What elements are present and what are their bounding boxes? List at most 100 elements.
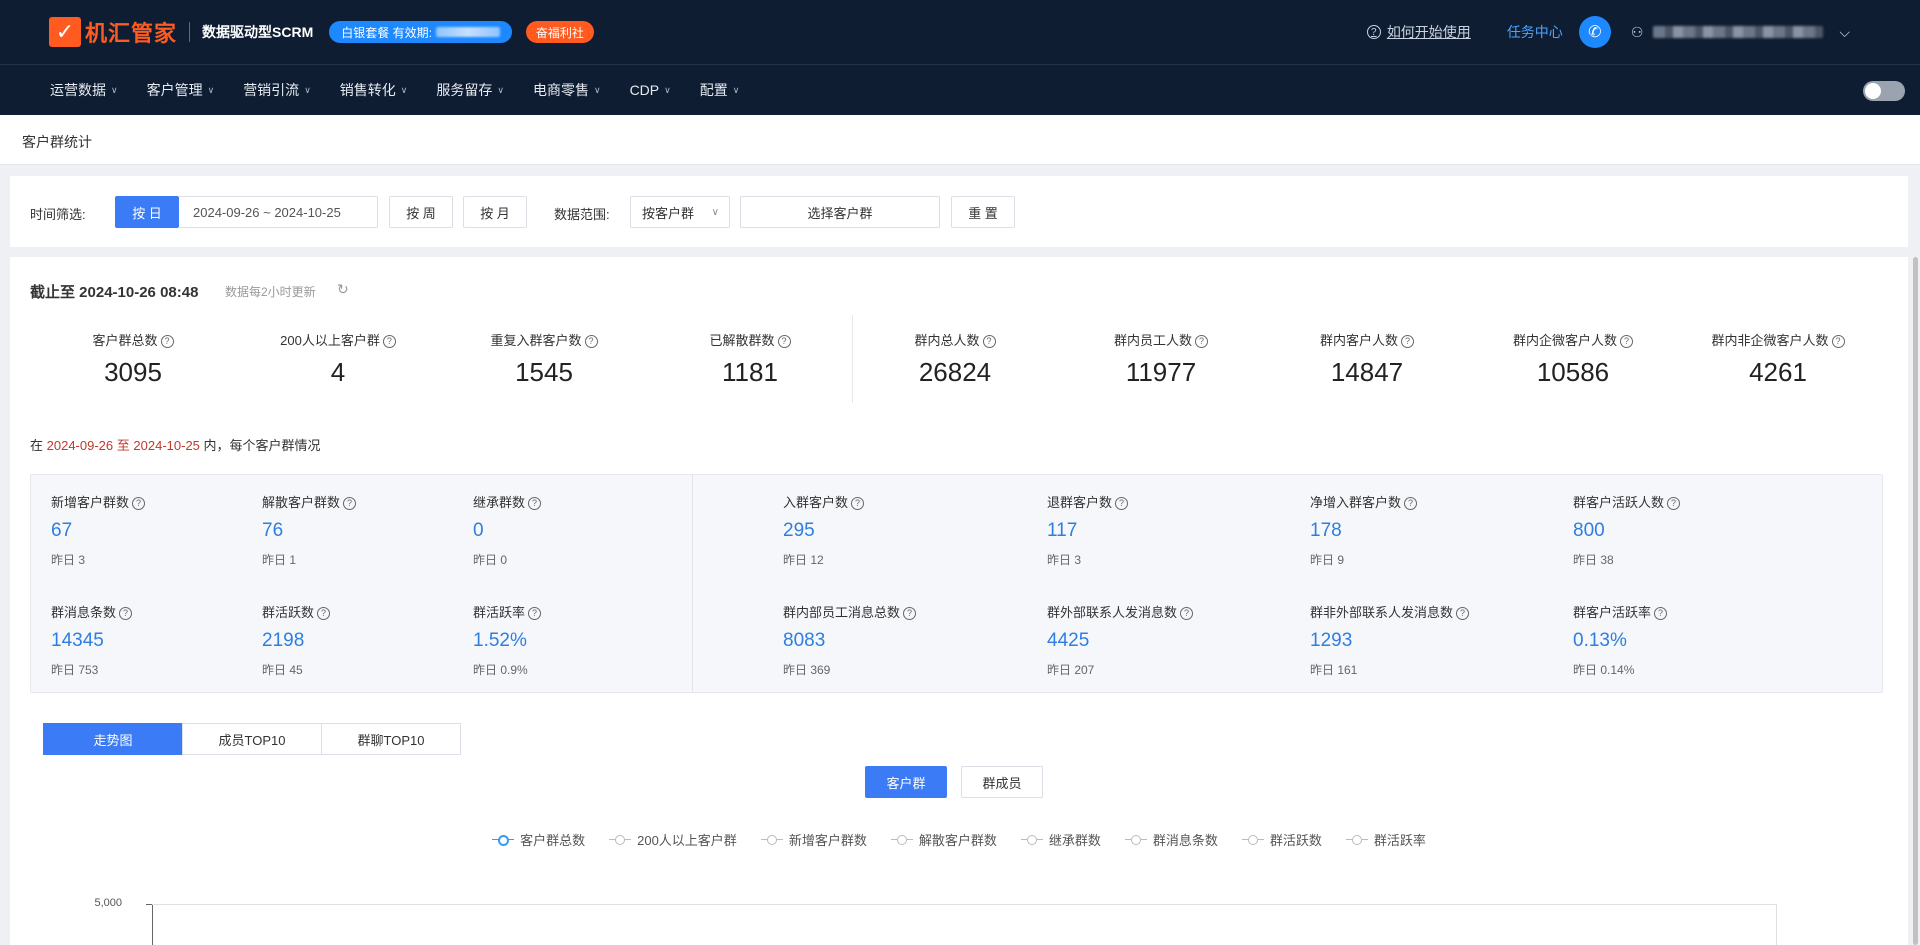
benefit-badge[interactable]: 奋福利社 [525, 21, 594, 43]
question-circle-icon[interactable]: ? [982, 335, 996, 348]
tab-member-top10[interactable]: 成员TOP10 [182, 723, 322, 755]
question-circle-icon[interactable]: ? [584, 335, 598, 348]
nav-item-cdp[interactable]: CDP ∨ [630, 82, 671, 98]
metric-value: 1293 [1310, 630, 1353, 651]
tab-trend[interactable]: 走势图 [43, 723, 183, 755]
metric-label: 新增客户群数 [51, 495, 130, 510]
metric-value: 76 [262, 520, 284, 541]
legend-item[interactable]: 解散客户群数 [890, 830, 997, 849]
by-week-button[interactable]: 按 周 [389, 196, 453, 228]
legend-item[interactable]: 继承群数 [1020, 830, 1101, 849]
chart-right-border [1776, 904, 1777, 945]
chevron-down-icon[interactable]: ⌵ [1839, 24, 1850, 41]
metric-active-customers: 群客户活跃人数? 800 昨日 38 [1573, 492, 1813, 568]
question-circle-icon[interactable]: ? [528, 607, 542, 620]
metric-yesterday: 昨日 3 [1047, 553, 1082, 567]
metric-label: 继承群数 [473, 495, 526, 510]
nav-item-ecommerce[interactable]: 电商零售 ∨ [533, 80, 601, 100]
legend-item[interactable]: 群活跃率 [1345, 830, 1426, 849]
question-circle-icon[interactable]: ? [317, 607, 331, 620]
y-tick-label: 5,000 [94, 897, 122, 909]
nav-item-service[interactable]: 服务留存 ∨ [436, 80, 504, 100]
question-circle-icon[interactable]: ? [528, 497, 542, 510]
user-name-redacted[interactable] [1653, 26, 1824, 38]
metric-label: 群客户活跃率 [1573, 605, 1652, 620]
question-circle-icon[interactable]: ? [1667, 497, 1681, 510]
question-circle-icon[interactable]: ? [1620, 335, 1633, 348]
toggle-customer-group[interactable]: 客户群 [865, 766, 947, 798]
date-range-picker[interactable]: 2024-09-26 ~ 2024-10-25 [178, 196, 378, 228]
stat-label: 客户群总数 [92, 333, 158, 348]
chevron-down-icon: ∨ [593, 84, 601, 95]
question-circle-icon[interactable]: ? [343, 497, 357, 510]
breadcrumb: 客户群统计 [22, 134, 92, 150]
legend-item[interactable]: 新增客户群数 [760, 830, 867, 849]
question-circle-icon[interactable]: ? [1456, 607, 1470, 620]
nav-label: 服务留存 [436, 82, 493, 98]
legend-label: 继承群数 [1048, 833, 1101, 848]
scope-select[interactable]: 按客户群 ∨ [630, 196, 730, 228]
question-circle-icon[interactable]: ? [1654, 607, 1668, 620]
scrollbar-thumb[interactable] [1913, 257, 1918, 945]
nav-item-sales[interactable]: 销售转化 ∨ [340, 80, 408, 100]
update-note: 数据每2小时更新 [225, 285, 316, 299]
question-circle-icon[interactable]: ? [1831, 335, 1845, 348]
by-day-button[interactable]: 按 日 [115, 196, 179, 228]
metric-yesterday: 昨日 45 [262, 663, 303, 677]
metric-yesterday: 昨日 0.9% [473, 663, 528, 677]
stat-value: 26824 [918, 357, 992, 387]
refresh-icon[interactable]: ↻ [337, 281, 349, 298]
legend-item[interactable]: 群活跃数 [1241, 830, 1322, 849]
stat-value: 3095 [104, 357, 162, 387]
metric-yesterday: 昨日 0.14% [1573, 663, 1635, 677]
stat-value: 14847 [1330, 357, 1404, 387]
chevron-down-icon: ∨ [207, 84, 215, 95]
logo-divider [189, 22, 191, 42]
nav-item-ops-data[interactable]: 运营数据 ∨ [50, 80, 118, 100]
task-center-link[interactable]: 任务中心 [1507, 22, 1563, 42]
nav-item-marketing[interactable]: 营销引流 ∨ [243, 80, 311, 100]
main-nav: 运营数据 ∨ 客户管理 ∨ 营销引流 ∨ 销售转化 ∨ 服务留存 ∨ 电商零售 ∨ CDP ∨… [0, 64, 1920, 115]
period-summary: 在 2024-09-26 至 2024-10-25 内，每个客户群情况 [30, 435, 321, 454]
legend-item[interactable]: 群消息条数 [1124, 830, 1218, 849]
question-circle-icon[interactable]: ? [132, 497, 146, 510]
nav-label: 营销引流 [243, 82, 300, 98]
theme-toggle[interactable] [1863, 81, 1905, 101]
choose-group-button[interactable]: 选择客户群 [740, 196, 940, 228]
question-circle-icon[interactable]: ? [777, 335, 791, 348]
nav-item-config[interactable]: 配置 ∨ [700, 80, 740, 100]
stat-label: 200人以上客户群 [280, 333, 380, 348]
legend-item[interactable]: 客户群总数 [492, 830, 585, 849]
help-link[interactable]: ? 如何开始使用 [1366, 22, 1471, 42]
period-prefix: 在 [30, 438, 44, 453]
legend-item[interactable]: 200人以上客户群 [609, 830, 737, 849]
legend-label: 群活跃率 [1373, 833, 1426, 848]
metric-value: 0 [473, 520, 484, 541]
metrics-box: 新增客户群数? 67 昨日 3 解散客户群数? 76 昨日 1 继承群数? 0 … [30, 474, 1883, 693]
question-circle-icon[interactable]: ? [382, 335, 396, 348]
metric-label: 群活跃率 [473, 605, 526, 620]
phone-button[interactable]: ✆ [1578, 16, 1611, 48]
question-circle-icon[interactable]: ? [1404, 497, 1418, 510]
by-month-button[interactable]: 按 月 [463, 196, 527, 228]
question-circle-icon[interactable]: ? [160, 335, 174, 348]
metric-value: 295 [783, 520, 815, 541]
metric-label: 群活跃数 [262, 605, 315, 620]
tab-group-top10[interactable]: 群聊TOP10 [321, 723, 461, 755]
question-circle-icon[interactable]: ? [1401, 335, 1414, 348]
question-circle-icon[interactable]: ? [1180, 607, 1194, 620]
chart-tabs: 走势图 成员TOP10 群聊TOP10 [43, 723, 461, 755]
nav-item-customer-mgmt[interactable]: 客户管理 ∨ [147, 80, 215, 100]
logo[interactable]: ✓ 机汇管家 [49, 16, 177, 48]
metric-non-external-messages: 群非外部联系人发消息数? 1293 昨日 161 [1310, 602, 1550, 678]
question-circle-icon[interactable]: ? [903, 607, 917, 620]
reset-button[interactable]: 重 置 [951, 196, 1015, 228]
stat-dissolved: 已解散群数? 1181 [650, 330, 850, 388]
question-circle-icon[interactable]: ? [1195, 335, 1208, 348]
question-circle-icon[interactable]: ? [851, 497, 865, 510]
toggle-group-members[interactable]: 群成员 [961, 766, 1043, 798]
question-circle-icon[interactable]: ? [119, 607, 133, 620]
chevron-down-icon: ∨ [497, 84, 504, 95]
filter-panel: 时间筛选: 按 日 2024-09-26 ~ 2024-10-25 按 周 按 … [10, 176, 1908, 247]
question-circle-icon[interactable]: ? [1115, 497, 1129, 510]
